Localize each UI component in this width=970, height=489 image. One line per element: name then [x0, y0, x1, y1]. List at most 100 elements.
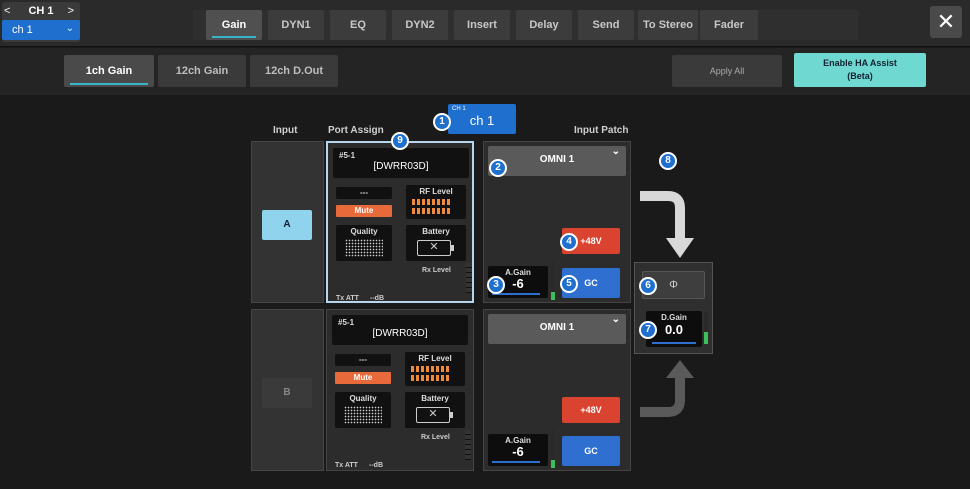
quality-meter: Quality	[335, 392, 391, 428]
tab-fader[interactable]: Fader	[700, 10, 758, 40]
port-assign-header: Port Assign	[328, 125, 384, 136]
subtab-1ch-gain[interactable]: 1ch Gain	[64, 55, 154, 87]
port-status: ---	[336, 187, 392, 199]
tab-delay[interactable]: Delay	[516, 10, 572, 40]
callout-1: 1	[433, 113, 451, 131]
subtab-12ch-gain[interactable]: 12ch Gain	[158, 55, 246, 87]
input-patch-a-value: OMNI 1	[539, 154, 575, 165]
input-a-button[interactable]: A	[262, 210, 312, 240]
tab-to-stereo[interactable]: To Stereo	[638, 10, 698, 40]
subtab-12ch-dout[interactable]: 12ch D.Out	[250, 55, 338, 87]
port-assign-a[interactable]: #5-1 [DWRR03D] --- Mute RF Level Quality…	[326, 141, 474, 303]
digital-gain-bar	[652, 342, 696, 344]
enable-ha-assist-button[interactable]: Enable HA Assist (Beta)	[794, 53, 926, 87]
battery-icon: ✕	[417, 240, 454, 256]
chevron-down-icon: ⌄	[65, 23, 74, 34]
channel-badge: CH 1 ch 1	[448, 104, 516, 134]
close-button[interactable]: ✕	[930, 6, 962, 38]
tab-insert[interactable]: Insert	[454, 10, 510, 40]
battery-label: Battery	[422, 227, 450, 236]
battery-meter: Battery ✕	[406, 225, 466, 261]
rf-level-meter: RF Level	[405, 352, 465, 386]
arrow-head-down-icon	[666, 238, 694, 258]
channel-name: ch 1	[12, 24, 33, 36]
port-assign-b[interactable]: #5-1 [DWRR03D] --- Mute RF Level Quality…	[326, 309, 474, 471]
rf-level-meter: RF Level	[406, 185, 466, 219]
port-id: #5-1	[339, 151, 356, 160]
battery-icon: ✕	[416, 407, 453, 423]
quality-label: Quality	[349, 394, 377, 403]
callout-2: 2	[489, 159, 507, 177]
input-patch-header: Input Patch	[574, 125, 629, 136]
tx-att-value: --dB	[370, 295, 384, 302]
apply-all-button[interactable]: Apply All	[672, 55, 782, 87]
close-icon: ✕	[936, 9, 956, 34]
tab-send[interactable]: Send	[578, 10, 634, 40]
mute-indicator: Mute	[335, 372, 391, 384]
arrow-head-up-icon	[666, 360, 694, 378]
chevron-down-icon: ⌄	[611, 146, 620, 157]
input-patch-b-dropdown[interactable]: OMNI 1 ⌄	[488, 314, 626, 344]
tx-att-value: --dB	[369, 462, 383, 469]
port-status: ---	[335, 354, 391, 366]
gain-screen: < CH 1 > ch 1 ⌄ Gain DYN1 EQ DYN2 Insert…	[0, 0, 970, 489]
analog-gain-b-knob[interactable]: A.Gain -6	[488, 434, 548, 466]
quality-grid	[344, 406, 382, 424]
port-device-b: #5-1 [DWRR03D]	[332, 315, 468, 345]
rx-level-label: Rx Level	[422, 267, 451, 274]
rf-level-label: RF Level	[418, 354, 452, 363]
port-device-a: #5-1 [DWRR03D]	[333, 148, 469, 178]
rx-level-meter	[465, 430, 471, 460]
input-patch-a-dropdown[interactable]: OMNI 1 ⌄	[488, 146, 626, 176]
rf-bars-1	[411, 366, 449, 372]
tab-dyn1[interactable]: DYN1	[268, 10, 324, 40]
output-meter	[704, 312, 708, 344]
callout-7: 7	[639, 321, 657, 339]
channel-selector[interactable]: < CH 1 > ch 1 ⌄	[2, 2, 80, 42]
battery-label: Battery	[421, 394, 449, 403]
next-channel-icon[interactable]: >	[68, 2, 74, 20]
ha-assist-beta: (Beta)	[847, 71, 873, 81]
mute-indicator: Mute	[336, 205, 392, 217]
input-meter-b	[551, 428, 555, 468]
tab-eq[interactable]: EQ	[330, 10, 386, 40]
quality-label: Quality	[350, 227, 378, 236]
digital-gain-label: D.Gain	[661, 313, 687, 322]
battery-meter: Battery ✕	[405, 392, 465, 428]
rf-bars-2	[412, 208, 450, 214]
tab-dyn2[interactable]: DYN2	[392, 10, 448, 40]
callout-6: 6	[639, 277, 657, 295]
analog-gain-b-value: -6	[512, 444, 524, 459]
phase-icon: Φ	[669, 279, 678, 291]
channel-name-dropdown[interactable]: ch 1 ⌄	[2, 20, 80, 40]
ha-assist-label: Enable HA Assist	[823, 58, 897, 68]
rx-level-label: Rx Level	[421, 434, 450, 441]
port-id: #5-1	[338, 318, 355, 327]
port-name: [DWRR03D]	[372, 328, 428, 339]
rf-bars-2	[411, 375, 449, 381]
gain-compensation-b-button[interactable]: GC	[562, 436, 620, 466]
phantom-power-b-button[interactable]: +48V	[562, 397, 620, 423]
callout-3: 3	[487, 276, 505, 294]
rx-level-meter	[466, 263, 472, 293]
port-name: [DWRR03D]	[373, 161, 429, 172]
callout-4: 4	[560, 233, 578, 251]
callout-5: 5	[560, 275, 578, 293]
input-meter-a	[551, 260, 555, 300]
rf-level-label: RF Level	[419, 187, 453, 196]
channel-badge-name: ch 1	[469, 113, 495, 128]
quality-grid	[345, 239, 383, 257]
tab-gain[interactable]: Gain	[206, 10, 262, 40]
input-patch-b-value: OMNI 1	[539, 322, 575, 333]
rf-bars-1	[412, 199, 450, 205]
tx-att-label: Tx ATT	[336, 295, 359, 302]
callout-9: 9	[391, 132, 409, 150]
tx-att-label: Tx ATT	[335, 462, 358, 469]
callout-8: 8	[659, 152, 677, 170]
quality-meter: Quality	[336, 225, 392, 261]
analog-gain-b-bar	[492, 461, 540, 463]
input-a-arrow	[640, 191, 685, 240]
channel-badge-number: CH 1	[452, 106, 466, 112]
chevron-down-icon: ⌄	[611, 314, 620, 325]
input-b-button[interactable]: B	[262, 378, 312, 408]
